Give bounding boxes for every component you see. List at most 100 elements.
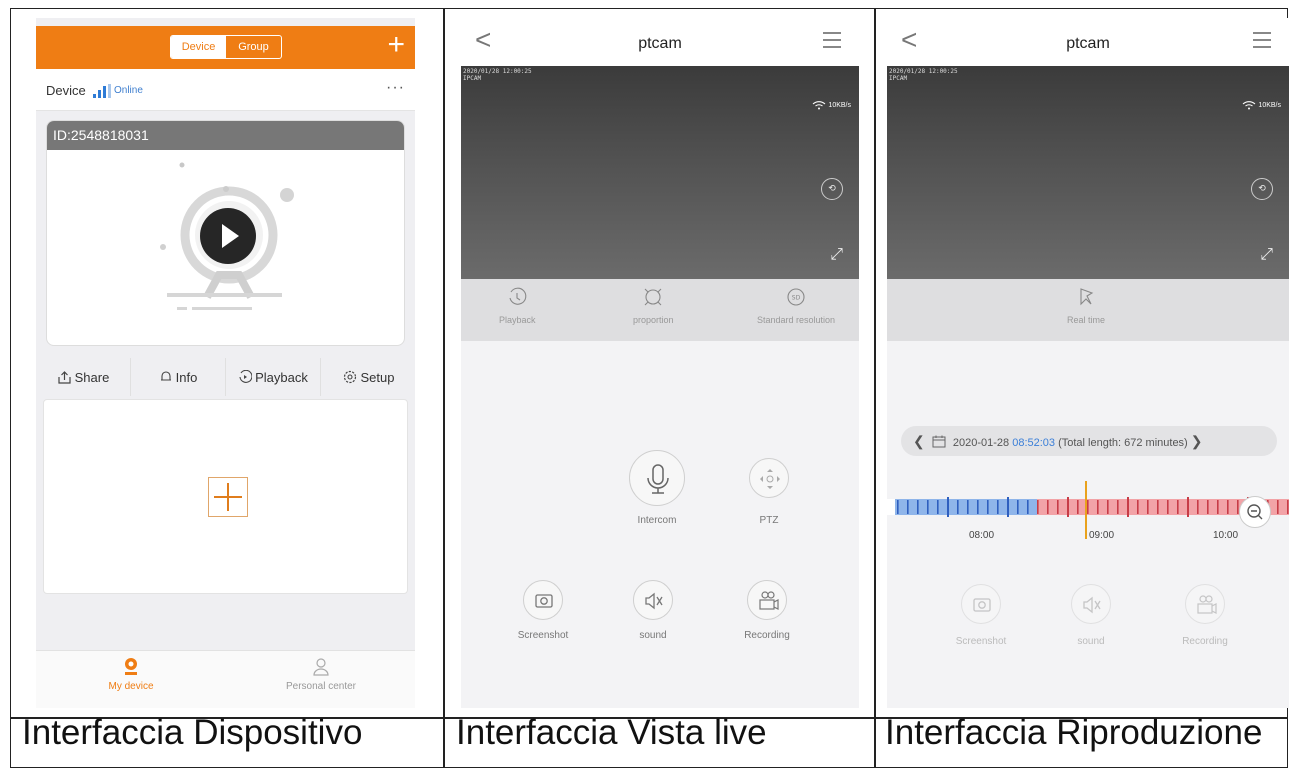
timeline-tick	[1047, 500, 1049, 514]
recording-button[interactable]	[747, 580, 787, 620]
timeline-tick	[987, 500, 989, 514]
sd-icon: SD	[787, 288, 805, 306]
timeline-tick	[917, 500, 919, 514]
tab-my-device-label: My device	[108, 681, 154, 692]
ptz-button[interactable]	[749, 458, 789, 498]
history-icon	[509, 287, 527, 305]
menu-icon[interactable]	[823, 32, 841, 48]
realtime-control[interactable]: Real time	[1067, 287, 1105, 325]
screenshot-button[interactable]	[961, 584, 1001, 624]
tab-personal-center-label: Personal center	[285, 681, 357, 692]
playback-button[interactable]: Playback	[226, 358, 321, 396]
gear-icon	[343, 370, 356, 384]
plus-icon	[208, 477, 248, 517]
timeline-tick	[1007, 497, 1009, 517]
playback-control[interactable]: Playback	[499, 287, 536, 325]
rotate-icon[interactable]: ⟲	[821, 178, 843, 200]
device-group-toggle[interactable]: Device Group	[170, 35, 282, 59]
play-icon	[222, 224, 239, 248]
device-actions: Share Info Playback Setup	[36, 358, 415, 396]
title-bar: < ptcam	[461, 18, 859, 66]
device-card[interactable]: ID:2548818031	[46, 120, 405, 346]
header-bar: Device Group +	[36, 26, 415, 69]
caption-device: Interfaccia Dispositivo	[22, 713, 363, 752]
resolution-control[interactable]: SD Standard resolution	[757, 287, 835, 325]
wifi-icon	[1243, 101, 1256, 110]
prev-day-icon[interactable]: ❮	[913, 433, 925, 449]
column-divider	[874, 9, 876, 767]
camera-icon	[535, 594, 553, 608]
add-device-area[interactable]	[43, 399, 408, 594]
info-label: Info	[175, 369, 198, 385]
screenshot-button[interactable]	[523, 580, 563, 620]
recording-label: Recording	[1182, 636, 1228, 647]
timeline-tick	[1057, 500, 1059, 514]
tab-device[interactable]: Device	[171, 36, 226, 58]
timeline-tick	[967, 500, 969, 514]
signal-icon	[93, 84, 111, 98]
tab-personal-center[interactable]: Personal center	[226, 657, 415, 692]
timeline-tick	[1157, 500, 1159, 514]
menu-icon[interactable]	[1253, 32, 1271, 48]
video-stream[interactable]: 2020/01/28 12:00:25 IPCAM 10KB/s ⟲ ⤢	[461, 66, 859, 279]
mute-icon	[645, 592, 663, 610]
timeline-tick	[1197, 500, 1199, 514]
tab-my-device[interactable]: My device	[36, 657, 226, 692]
playback-label: Playback	[255, 369, 308, 385]
timeline-tick	[1037, 500, 1039, 514]
recording-button[interactable]	[1185, 584, 1225, 624]
setup-button[interactable]: Setup	[321, 358, 415, 396]
intercom-button[interactable]	[629, 450, 685, 506]
play-button[interactable]	[200, 208, 256, 264]
rotate-icon[interactable]: ⟲	[1251, 178, 1273, 200]
playback-screen: < ptcam 2020/01/28 12:00:25 IPCAM 10KB/s …	[887, 18, 1289, 708]
person-icon	[313, 658, 329, 676]
setup-label: Setup	[360, 369, 395, 385]
video-timestamp: 2020/01/28 12:00:25 IPCAM	[889, 68, 958, 82]
network-speed: 10KB/s	[1242, 100, 1281, 110]
next-day-icon[interactable]: ❯	[1191, 433, 1203, 449]
time-text: 08:52:03	[1012, 437, 1056, 449]
timeline-tick	[1107, 500, 1109, 514]
live-view-screen: < ptcam 2020/01/28 12:00:25 IPCAM 10KB/s …	[461, 18, 859, 708]
add-device-button[interactable]: +	[387, 30, 405, 60]
sound-button[interactable]	[1071, 584, 1111, 624]
bottom-tab-bar: My device Personal center	[36, 650, 415, 708]
device-screen: Device Group + Device Online ··· ID:2548…	[36, 18, 415, 708]
video-timestamp: 2020/01/28 12:00:25 IPCAM	[463, 68, 532, 82]
fullscreen-icon[interactable]: ⤢	[830, 246, 843, 264]
fullscreen-icon[interactable]: ⤢	[1260, 246, 1273, 264]
playback-timeline[interactable]	[887, 491, 1289, 527]
timeline-tick	[1017, 500, 1019, 514]
page-title: ptcam	[638, 35, 682, 52]
video-stream[interactable]: 2020/01/28 12:00:25 IPCAM 10KB/s ⟲ ⤢	[887, 66, 1289, 279]
device-row[interactable]: Device Online ···	[36, 69, 415, 111]
tick-label: 08:00	[969, 530, 995, 541]
control-bar: Real time	[887, 279, 1289, 341]
caption-playback: Interfaccia Riproduzione	[885, 713, 1263, 752]
timeline-segment	[895, 499, 1037, 515]
proportion-control[interactable]: proportion	[633, 287, 674, 325]
column-divider	[443, 9, 445, 767]
more-options-icon[interactable]: ···	[386, 79, 405, 97]
share-button[interactable]: Share	[36, 358, 131, 396]
timeline-cursor[interactable]	[1085, 481, 1087, 539]
bell-icon	[160, 371, 171, 381]
date-text: 2020-01-28	[952, 437, 1010, 449]
sound-button[interactable]	[633, 580, 673, 620]
recording-label: Recording	[744, 630, 790, 641]
timeline-tick	[1027, 500, 1029, 514]
info-button[interactable]: Info	[131, 358, 226, 396]
sound-label: sound	[639, 630, 667, 641]
wifi-icon	[813, 101, 826, 110]
network-speed: 10KB/s	[812, 100, 851, 110]
intercom-label: Intercom	[637, 515, 677, 526]
date-selector[interactable]: ❮ 2020-01-28 08:52:03 (Total length: 672…	[901, 426, 1277, 456]
zoom-out-icon	[1247, 504, 1263, 520]
playback-icon	[239, 370, 253, 383]
timeline-tick	[1287, 500, 1289, 514]
zoom-button[interactable]	[1239, 496, 1271, 528]
tab-group[interactable]: Group	[226, 36, 281, 58]
timeline-tick	[907, 500, 909, 514]
sound-label: sound	[1077, 636, 1105, 647]
